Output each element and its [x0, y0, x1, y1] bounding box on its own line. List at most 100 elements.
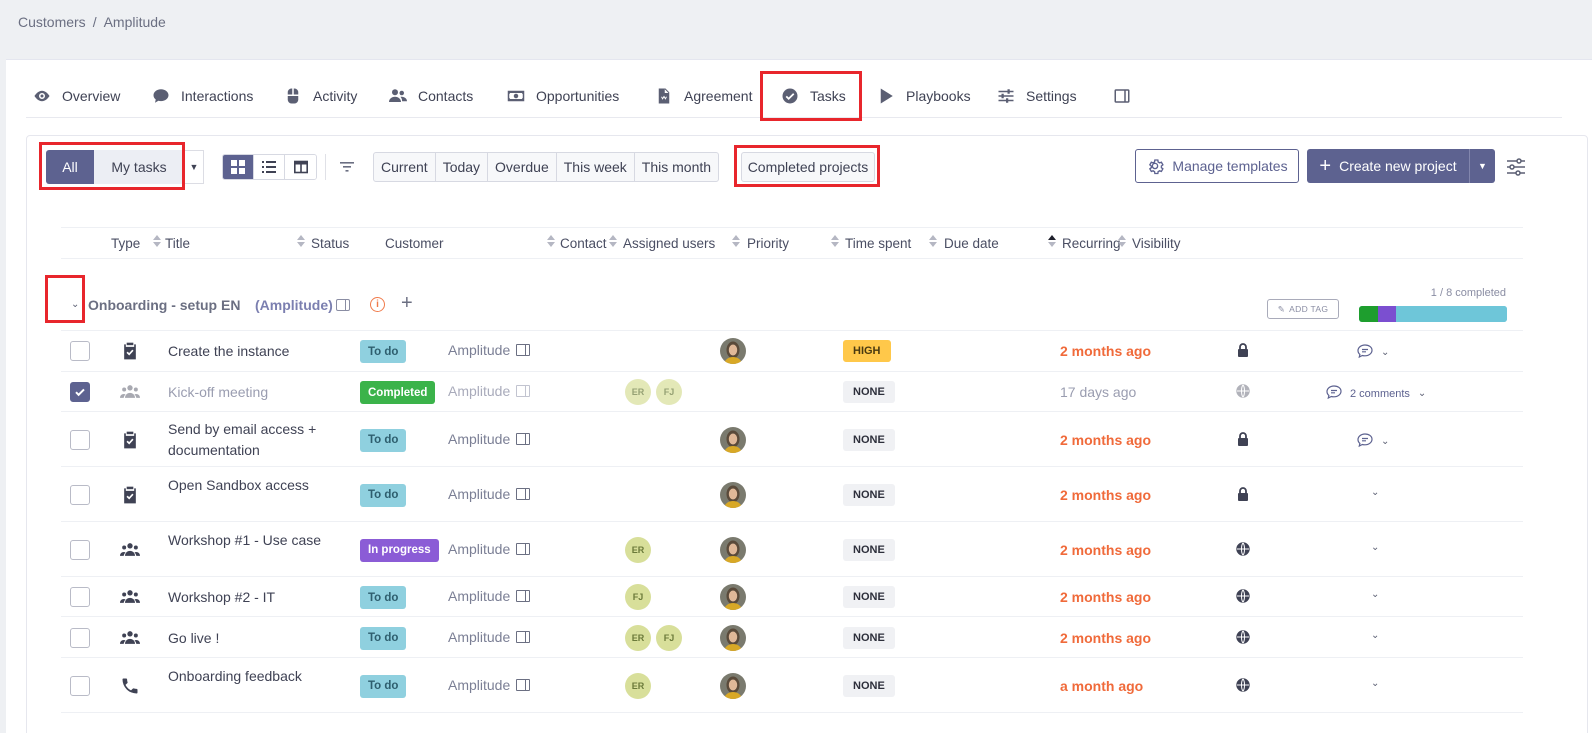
board-view-button[interactable] — [285, 155, 316, 179]
scope-all-button[interactable]: All — [46, 150, 94, 184]
assigned-user-avatar[interactable] — [720, 584, 746, 610]
tab-overview[interactable]: Overview — [32, 86, 120, 106]
status-badge[interactable]: To do — [360, 674, 407, 698]
side-panel-icon[interactable] — [516, 344, 531, 356]
tab-contacts[interactable]: Contacts — [388, 86, 473, 106]
sort-icon[interactable] — [609, 235, 617, 249]
contact-avatar[interactable]: FJ — [625, 584, 651, 610]
info-icon[interactable]: i — [370, 297, 385, 312]
col-priority[interactable]: Priority — [747, 236, 789, 251]
task-title[interactable]: Open Sandbox access — [168, 475, 343, 496]
status-badge[interactable]: To do — [360, 626, 407, 650]
tab-settings[interactable]: Settings — [996, 86, 1077, 106]
priority-badge[interactable]: NONE — [843, 586, 895, 608]
sort-icon[interactable] — [297, 235, 305, 249]
grid-view-button[interactable] — [223, 155, 254, 179]
table-row[interactable]: Workshop #1 - Use case In progress Amplitu… — [61, 522, 1523, 577]
comments-toggle[interactable]: ⌄ — [1357, 343, 1389, 362]
table-row[interactable]: Open Sandbox access To do Amplitude NONE 2 m… — [61, 467, 1523, 522]
task-title[interactable]: Create the instance — [168, 341, 343, 362]
customer-link[interactable]: Amplitude — [448, 629, 531, 645]
task-title[interactable]: Go live ! — [168, 628, 343, 649]
col-status[interactable]: Status — [311, 236, 349, 251]
task-title[interactable]: Kick-off meeting — [168, 382, 343, 403]
tab-activity[interactable]: Activity — [283, 86, 357, 106]
tab-agreement[interactable]: Agreement — [654, 86, 752, 106]
period-this-week-button[interactable]: This week — [557, 153, 635, 181]
table-row[interactable]: Go live ! To do Amplitude ER FJ NONE 2 months … — [61, 617, 1523, 658]
scope-dropdown-button[interactable]: ▼ — [184, 150, 204, 184]
customer-link[interactable]: Amplitude — [448, 383, 531, 399]
sort-icon[interactable] — [929, 235, 937, 249]
period-overdue-button[interactable]: Overdue — [488, 153, 557, 181]
col-time-spent[interactable]: Time spent — [845, 236, 911, 251]
status-badge[interactable]: To do — [360, 340, 407, 363]
customer-link[interactable]: Amplitude — [448, 541, 531, 557]
chevron-down-icon[interactable]: ⌄ — [1371, 542, 1379, 553]
scope-my-tasks-button[interactable]: My tasks — [94, 150, 184, 184]
contact-avatar[interactable]: ER — [625, 672, 651, 699]
assigned-user-avatar[interactable] — [720, 481, 746, 508]
col-recurring[interactable]: Recurring — [1062, 236, 1121, 251]
priority-badge[interactable]: NONE — [843, 674, 895, 697]
table-row[interactable]: Workshop #2 - IT To do Amplitude FJ NONE 2 mo… — [61, 577, 1523, 617]
table-row[interactable]: Send by email access + documentation To d… — [61, 412, 1523, 467]
contact-avatar[interactable]: ER — [625, 536, 651, 563]
assigned-user-avatar[interactable] — [720, 672, 746, 699]
side-panel-icon[interactable] — [516, 590, 531, 602]
customer-link[interactable]: Amplitude — [448, 431, 531, 447]
task-title[interactable]: Onboarding feedback — [168, 666, 343, 687]
sort-icon[interactable] — [1118, 235, 1126, 249]
col-due-date[interactable]: Due date — [944, 236, 999, 251]
side-panel-icon[interactable] — [516, 678, 531, 691]
collapse-chevron-icon[interactable]: ⌄ — [71, 299, 79, 310]
tab-playbooks[interactable]: Playbooks — [876, 86, 971, 106]
status-badge[interactable]: To do — [360, 586, 407, 609]
status-badge[interactable]: To do — [360, 483, 407, 507]
priority-badge[interactable]: NONE — [843, 538, 895, 561]
task-checkbox[interactable] — [70, 627, 90, 648]
task-checkbox[interactable] — [70, 341, 90, 361]
status-badge[interactable]: To do — [360, 428, 407, 452]
column-settings-icon[interactable] — [1506, 157, 1526, 177]
col-visibility[interactable]: Visibility — [1132, 236, 1181, 251]
create-project-dropdown[interactable]: ▼ — [1469, 149, 1495, 183]
sort-icon[interactable] — [732, 235, 740, 249]
task-title[interactable]: Workshop #1 - Use case — [168, 530, 343, 551]
assigned-user-avatar[interactable] — [720, 624, 746, 651]
chevron-down-icon[interactable]: ⌄ — [1371, 630, 1379, 641]
tab-opportunities[interactable]: Opportunities — [506, 86, 619, 106]
side-panel-icon[interactable] — [516, 385, 531, 397]
sort-icon[interactable] — [153, 235, 161, 249]
chevron-down-icon[interactable]: ⌄ — [1371, 678, 1379, 689]
chevron-down-icon[interactable]: ⌄ — [1371, 589, 1379, 600]
col-contact[interactable]: Contact — [560, 236, 607, 251]
priority-badge[interactable]: NONE — [843, 626, 895, 649]
col-type[interactable]: Type — [111, 236, 140, 251]
table-row[interactable]: Kick-off meeting Completed Amplitude ER FJ NO… — [61, 372, 1523, 412]
assigned-user-avatar[interactable] — [720, 338, 746, 364]
table-row[interactable]: Create the instance To do Amplitude HIGH 2 m… — [61, 330, 1523, 372]
toggle-side-panel-button[interactable] — [1112, 86, 1132, 106]
task-checkbox[interactable] — [70, 539, 90, 560]
breadcrumb-root[interactable]: Customers — [18, 14, 86, 30]
tab-tasks[interactable]: Tasks — [780, 86, 846, 106]
sort-icon[interactable] — [547, 235, 555, 249]
task-checkbox[interactable] — [70, 587, 90, 607]
comments-toggle[interactable]: 2 comments ⌄ — [1326, 384, 1426, 403]
side-panel-icon[interactable] — [336, 299, 350, 311]
tab-interactions[interactable]: Interactions — [151, 86, 253, 106]
customer-link[interactable]: Amplitude — [448, 588, 531, 604]
period-current-button[interactable]: Current — [374, 153, 436, 181]
col-customer[interactable]: Customer — [385, 236, 444, 251]
period-today-button[interactable]: Today — [436, 153, 489, 181]
side-panel-icon[interactable] — [516, 432, 531, 445]
manage-templates-button[interactable]: Manage templates — [1135, 149, 1299, 183]
comments-toggle[interactable]: ⌄ — [1357, 432, 1389, 451]
contact-avatar[interactable]: ER — [625, 379, 651, 405]
filter-icon[interactable] — [340, 160, 354, 174]
task-title[interactable]: Workshop #2 - IT — [168, 587, 343, 608]
table-row[interactable]: Onboarding feedback To do Amplitude ER NONE a… — [61, 658, 1523, 713]
task-checkbox[interactable] — [70, 382, 90, 402]
side-panel-icon[interactable] — [516, 542, 531, 555]
